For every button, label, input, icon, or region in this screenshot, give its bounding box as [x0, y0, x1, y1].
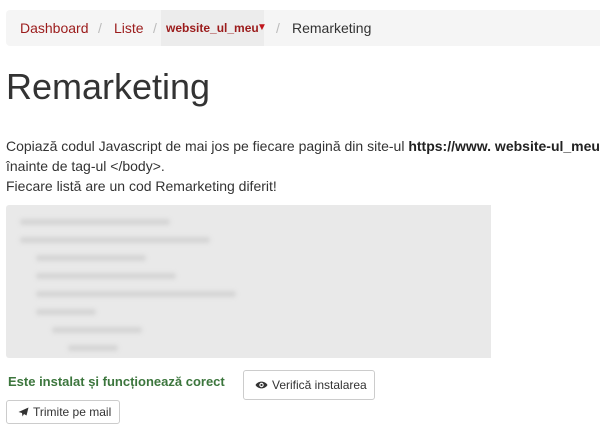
code-line — [36, 291, 236, 297]
instructions-text: Copiază codul Javascript de mai jos pe f… — [6, 136, 600, 196]
code-line — [20, 237, 210, 243]
site-select-dropdown[interactable]: website_ul_meu ▼ — [161, 10, 267, 46]
breadcrumb-liste-link[interactable]: Liste — [114, 10, 144, 46]
instructions-line-2: înainte de tag-ul </body>. — [6, 158, 165, 174]
breadcrumb: Dashboard / Liste / website_ul_meu ▼ / R… — [6, 10, 600, 46]
send-by-email-label: Trimite pe mail — [33, 405, 112, 419]
code-line — [20, 219, 170, 225]
page-title: Remarketing — [6, 66, 211, 107]
code-line — [36, 255, 146, 261]
code-line — [52, 327, 142, 333]
instructions-line-1: Copiază codul Javascript de mai jos pe f… — [6, 136, 600, 156]
code-line — [36, 309, 96, 315]
verify-installation-label: Verifică instalarea — [272, 378, 367, 392]
verify-installation-button[interactable]: Verifică instalarea — [243, 370, 375, 400]
site-select-label: website_ul_meu — [166, 21, 259, 35]
site-url: https://www. website-ul_meu — [408, 138, 600, 154]
breadcrumb-current: Remarketing — [292, 20, 372, 36]
paper-plane-icon — [18, 407, 29, 417]
instructions-line-3: Fiecare listă are un cod Remarketing dif… — [6, 178, 277, 194]
breadcrumb-dashboard-link[interactable]: Dashboard — [20, 10, 89, 46]
caret-down-icon: ▼ — [257, 22, 267, 33]
breadcrumb-separator: / — [276, 20, 280, 36]
code-line — [68, 345, 118, 351]
installation-status: Este instalat și funcționează corect — [8, 374, 225, 389]
send-by-email-button[interactable]: Trimite pe mail — [6, 400, 120, 424]
remarketing-code-box[interactable] — [6, 205, 491, 358]
breadcrumb-separator: / — [98, 20, 102, 36]
code-line — [36, 273, 176, 279]
eye-icon — [255, 380, 268, 390]
breadcrumb-separator: / — [153, 20, 157, 36]
instructions-before-url: Copiază codul Javascript de mai jos pe f… — [6, 138, 409, 154]
